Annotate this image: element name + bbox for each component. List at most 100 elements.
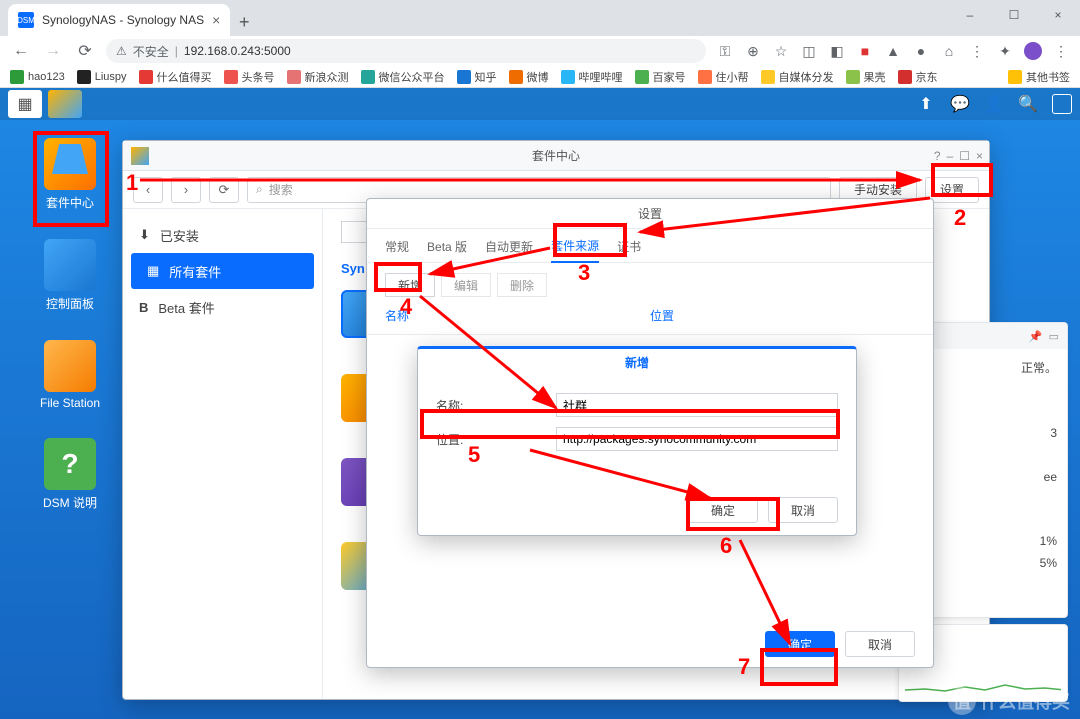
close-tab-icon[interactable]: × xyxy=(212,12,220,28)
pin-icon[interactable]: 📌 xyxy=(1029,330,1043,343)
tab-general[interactable]: 常规 xyxy=(385,229,409,263)
search-placeholder: 搜索 xyxy=(269,181,293,198)
bookmark-item[interactable]: 哔哩哔哩 xyxy=(561,69,623,85)
ext-icon[interactable]: ◫ xyxy=(800,42,818,60)
menu-icon[interactable]: ⋮ xyxy=(1052,42,1070,60)
url-box[interactable]: ⚠ 不安全 | 192.168.0.243:5000 xyxy=(106,39,706,63)
extensions-icon[interactable]: ✦ xyxy=(996,42,1014,60)
pin-icon[interactable]: ? xyxy=(934,149,941,163)
profile-avatar[interactable] xyxy=(1024,42,1042,60)
translate-icon[interactable]: ⊕ xyxy=(744,42,762,60)
bookmark-item[interactable]: 什么值得买 xyxy=(139,69,212,85)
package-center-icon xyxy=(131,147,149,165)
bookmark-item[interactable]: 微信公众平台 xyxy=(361,69,445,85)
taskbar-main-menu[interactable]: ▦ xyxy=(8,90,42,118)
bookmark-item[interactable]: 新浪众测 xyxy=(287,69,349,85)
settings-tabs: 常规 Beta 版 自动更新 套件来源 证书 xyxy=(367,229,933,263)
ext-icon[interactable]: ⌂ xyxy=(940,42,958,60)
view-grid-toggle[interactable] xyxy=(341,221,367,243)
refresh-button[interactable]: ⟳ xyxy=(209,177,239,203)
bookmark-item[interactable]: Liuspy xyxy=(77,70,127,84)
add-cancel-button[interactable]: 取消 xyxy=(768,497,838,523)
add-ok-button[interactable]: 确定 xyxy=(688,497,758,523)
dialog-title: 设置 xyxy=(367,199,933,229)
grid-icon: ▦ xyxy=(147,263,159,279)
back-icon[interactable]: ← xyxy=(10,40,32,62)
window-minimize-icon[interactable]: – xyxy=(948,0,992,30)
bookmark-item[interactable]: 京东 xyxy=(898,69,938,85)
tab-package-sources[interactable]: 套件来源 xyxy=(551,229,599,263)
window-close-icon[interactable]: × xyxy=(1036,0,1080,30)
star-icon[interactable]: ☆ xyxy=(772,42,790,60)
new-tab-button[interactable]: + xyxy=(230,8,258,36)
file-station-icon xyxy=(44,340,96,392)
sidebar-item-all-packages[interactable]: ▦ 所有套件 xyxy=(131,253,314,289)
ext-icon[interactable]: ◧ xyxy=(828,42,846,60)
taskbar-app-package-center[interactable] xyxy=(48,90,82,118)
location-input[interactable] xyxy=(556,427,838,451)
browser-tab-strip: DSM SynologyNAS - Synology NAS × + – ☐ × xyxy=(0,0,1080,36)
user-icon[interactable]: 👤 xyxy=(984,94,1004,114)
ext-icon[interactable]: ■ xyxy=(856,42,874,60)
tab-auto-update[interactable]: 自动更新 xyxy=(485,229,533,263)
tab-title: SynologyNAS - Synology NAS xyxy=(42,13,204,27)
upload-icon[interactable]: ⬆ xyxy=(916,94,936,114)
icon-label: File Station xyxy=(40,396,100,410)
beta-icon: B xyxy=(139,300,148,315)
icon-label: 控制面板 xyxy=(46,295,94,312)
bookmark-item[interactable]: 果壳 xyxy=(846,69,886,85)
bookmark-item[interactable]: 其他书签 xyxy=(1008,69,1070,85)
ext-icon[interactable]: ⋮ xyxy=(968,42,986,60)
name-label: 名称: xyxy=(436,397,556,414)
name-input[interactable] xyxy=(556,393,838,417)
key-icon[interactable]: ⚿ xyxy=(716,42,734,60)
chat-icon[interactable]: 💬 xyxy=(950,94,970,114)
url-text: 192.168.0.243:5000 xyxy=(184,44,291,58)
widgets-toggle[interactable] xyxy=(1052,94,1072,114)
bookmark-item[interactable]: hao123 xyxy=(10,70,65,84)
delete-source-button[interactable]: 删除 xyxy=(497,273,547,297)
settings-ok-button[interactable]: 确定 xyxy=(765,631,835,657)
tab-certificate[interactable]: 证书 xyxy=(617,229,641,263)
bookmark-item[interactable]: 知乎 xyxy=(457,69,497,85)
window-maximize-icon[interactable]: ☐ xyxy=(992,0,1036,30)
tab-beta[interactable]: Beta 版 xyxy=(427,229,467,263)
settings-cancel-button[interactable]: 取消 xyxy=(845,631,915,657)
package-center-icon xyxy=(44,138,96,190)
desktop-icon-file-station[interactable]: File Station xyxy=(30,340,110,410)
grid-icon: ▦ xyxy=(17,94,32,114)
nav-back-button[interactable]: ‹ xyxy=(133,177,163,203)
bookmark-item[interactable]: 微博 xyxy=(509,69,549,85)
search-icon[interactable]: 🔍 xyxy=(1018,94,1038,114)
forward-icon[interactable]: → xyxy=(42,40,64,62)
sidebar-item-label: 所有套件 xyxy=(169,262,221,281)
close-icon[interactable]: × xyxy=(976,149,983,163)
nav-forward-button[interactable]: › xyxy=(171,177,201,203)
expand-icon[interactable]: ▭ xyxy=(1049,330,1059,343)
sidebar-item-installed[interactable]: ⬇ 已安装 xyxy=(123,217,322,253)
bookmark-bar: hao123 Liuspy 什么值得买 头条号 新浪众测 微信公众平台 知乎 微… xyxy=(0,66,1080,88)
ext-icon[interactable]: ● xyxy=(912,42,930,60)
col-location: 位置 xyxy=(650,307,915,334)
package-center-sidebar: ⬇ 已安装 ▦ 所有套件 B Beta 套件 xyxy=(123,209,323,699)
maximize-icon[interactable]: ☐ xyxy=(959,149,970,163)
bookmark-item[interactable]: 住小帮 xyxy=(698,69,749,85)
sources-table-header: 名称 位置 xyxy=(367,307,933,335)
bookmark-item[interactable]: 自媒体分发 xyxy=(761,69,834,85)
bookmark-item[interactable]: 百家号 xyxy=(635,69,686,85)
edit-source-button[interactable]: 编辑 xyxy=(441,273,491,297)
ext-icon[interactable]: ▲ xyxy=(884,42,902,60)
minimize-icon[interactable]: – xyxy=(947,149,954,163)
desktop-icon-package-center[interactable]: 套件中心 xyxy=(30,138,110,211)
desktop-icon-control-panel[interactable]: 控制面板 xyxy=(30,239,110,312)
location-label: 位置: xyxy=(436,431,556,448)
download-icon: ⬇ xyxy=(139,227,150,243)
desktop-icon-dsm-help[interactable]: ? DSM 说明 xyxy=(30,438,110,511)
add-source-button[interactable]: 新增 xyxy=(385,273,435,297)
bookmark-item[interactable]: 头条号 xyxy=(224,69,275,85)
reload-icon[interactable]: ⟳ xyxy=(74,40,96,62)
sidebar-item-label: 已安装 xyxy=(160,226,199,245)
browser-tab[interactable]: DSM SynologyNAS - Synology NAS × xyxy=(8,4,230,36)
window-titlebar[interactable]: 套件中心 ? – ☐ × xyxy=(123,141,989,171)
sidebar-item-beta[interactable]: B Beta 套件 xyxy=(123,289,322,325)
